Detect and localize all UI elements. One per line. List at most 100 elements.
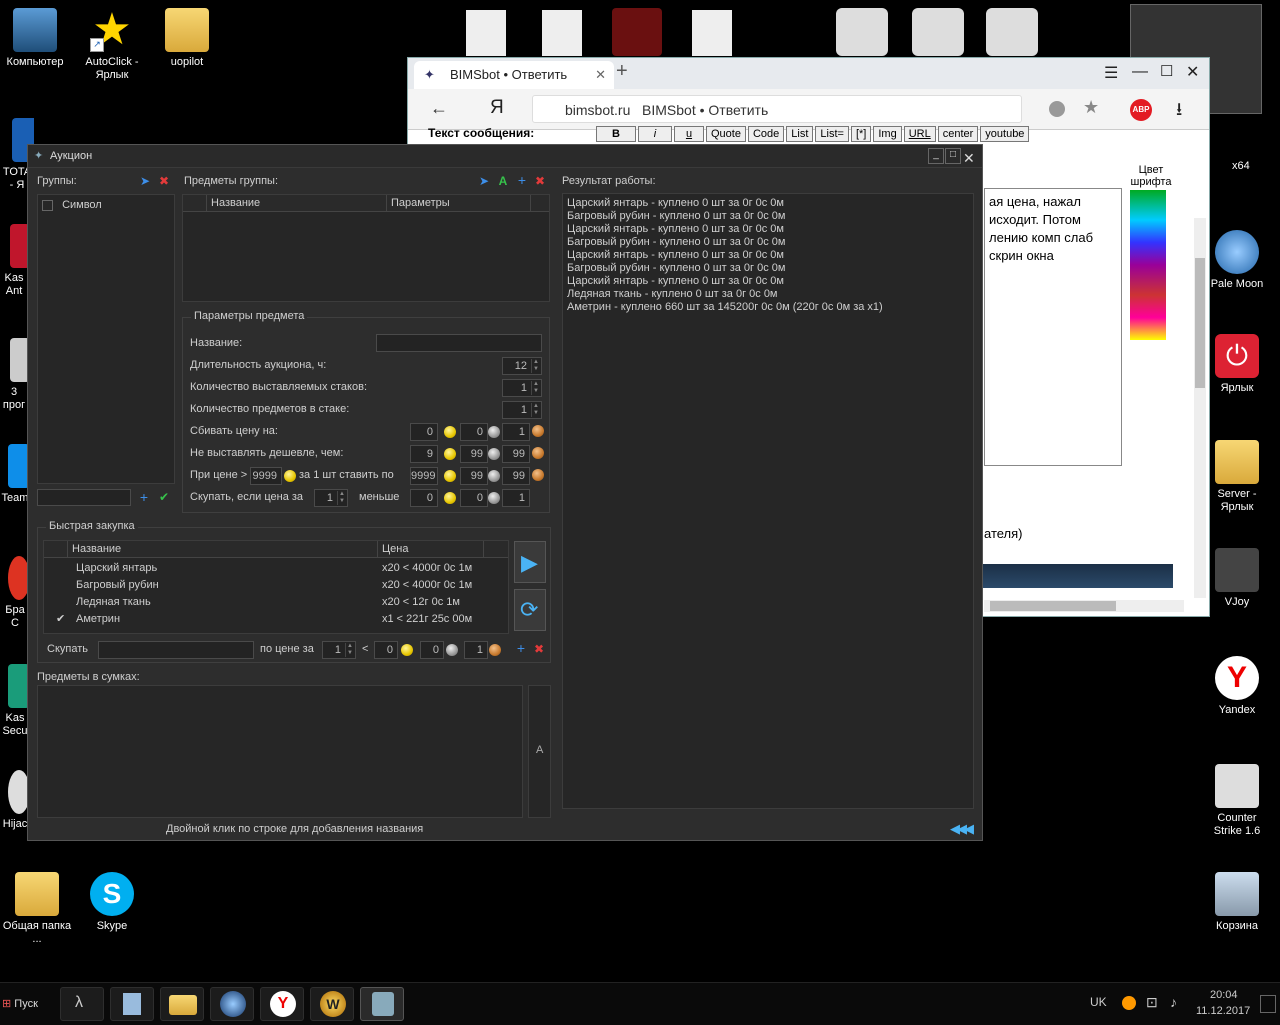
desktop-icon-vjoy[interactable]: VJoy <box>1202 548 1272 609</box>
buy-if-qty-input[interactable]: 1 ▲ ▼ <box>314 489 348 507</box>
group-items-table[interactable]: Название Параметры <box>182 194 550 302</box>
color-palette[interactable] <box>1130 190 1166 340</box>
buy-qty-input[interactable]: 1 ▲ ▼ <box>322 641 356 659</box>
minimize-icon[interactable]: — <box>1132 63 1148 81</box>
minimize-icon[interactable]: _ <box>928 148 944 164</box>
yandex-logo[interactable]: Я <box>490 97 504 119</box>
groups-list[interactable]: Символ <box>37 194 175 484</box>
bags-side-panel[interactable]: A <box>528 685 551 818</box>
close-icon[interactable]: ✕ <box>963 147 975 169</box>
joystick-icon[interactable] <box>912 8 964 56</box>
set-copper-input[interactable]: 99 <box>502 467 530 485</box>
url-button[interactable]: URL <box>903 126 936 142</box>
delete-item-icon[interactable]: ✖ <box>534 175 546 187</box>
table-row[interactable]: ✔ Аметрин x1 < 221г 25с 00м <box>46 611 484 628</box>
desktop-icon-counter-strike[interactable]: Counter Strike 1.6 <box>1202 764 1272 838</box>
taskbar-app-wow[interactable]: W <box>310 987 354 1021</box>
min-gold-input[interactable]: 9 <box>410 445 438 463</box>
bags-list[interactable] <box>37 685 523 818</box>
add-quick-icon[interactable]: + <box>515 641 527 655</box>
desktop-icon-server[interactable]: Server - Ярлык <box>1202 440 1272 514</box>
taskbar-app-explorer[interactable] <box>160 987 204 1021</box>
header-params[interactable]: Параметры <box>387 195 531 211</box>
row-check[interactable]: ✔ <box>56 611 65 628</box>
file-icon[interactable] <box>466 10 506 56</box>
spin-arrows[interactable]: ▲ ▼ <box>337 491 346 505</box>
buy-name-input[interactable] <box>98 641 254 659</box>
min-copper-input[interactable]: 99 <box>502 445 530 463</box>
desktop-icon-kaspersky-secu[interactable]: Kas Secu <box>0 664 30 738</box>
bold-button[interactable]: B <box>596 126 636 142</box>
network-icon[interactable]: ⊡ <box>1146 994 1158 1011</box>
add-group-icon[interactable]: + <box>138 490 150 504</box>
font-a-icon[interactable]: A <box>497 175 509 187</box>
list-button[interactable]: List <box>786 126 814 142</box>
code-button[interactable]: Code <box>747 126 785 142</box>
undercut-gold-input[interactable]: 0 <box>410 423 438 441</box>
language-indicator[interactable]: UK <box>1090 995 1107 1009</box>
browser-tab[interactable]: ✦ BIMSbot • Ответить ✕ <box>414 61 614 89</box>
play-group-icon[interactable]: ➤ <box>139 175 151 187</box>
taskbar-app-lambda[interactable]: λ <box>60 987 104 1021</box>
quote-button[interactable]: Quote <box>706 126 746 142</box>
start-quick-buy-button[interactable]: ▶ <box>514 541 546 583</box>
desktop-icon-teamviewer[interactable]: Team <box>0 444 30 505</box>
table-row[interactable]: Царский янтарь x20 < 4000г 0с 1м <box>46 560 484 577</box>
list-ordered-button[interactable]: List= <box>815 126 849 142</box>
taskbar-app-bot[interactable] <box>360 987 404 1021</box>
desktop-icon-skype[interactable]: S Skype <box>77 872 147 933</box>
desktop-icon-3prog[interactable]: 3 прог <box>0 338 28 412</box>
spin-arrows[interactable]: ▲ ▼ <box>531 359 540 373</box>
desktop-icon-computer[interactable]: Компьютер <box>0 8 70 69</box>
desktop-icon-autoclick[interactable]: ★ ↗ AutoClick - Ярлык <box>77 8 147 82</box>
back-arrow-icon[interactable]: ← <box>430 98 448 119</box>
auction-window[interactable]: ✦ Аукцион _ □ ✕ Группы: ➤ ✖ Символ + ✔ П… <box>27 144 983 841</box>
scrollbar-thumb[interactable] <box>1195 258 1205 388</box>
stacks-input[interactable]: 1 ▲ ▼ <box>502 379 542 397</box>
if-price-input[interactable]: 9999 <box>250 467 282 485</box>
tray-app-icon[interactable] <box>1122 996 1136 1010</box>
set-silver-input[interactable]: 99 <box>460 467 488 485</box>
star-icon[interactable]: ★ <box>1083 97 1099 118</box>
desktop-icon-shared-folder[interactable]: Общая папка ... <box>2 872 72 946</box>
maximize-icon[interactable]: □ <box>945 148 961 164</box>
taskbar-app-yandex[interactable]: Y <box>260 987 304 1021</box>
table-row[interactable]: Багровый рубин x20 < 4000г 0с 1м <box>46 577 484 594</box>
duration-input[interactable]: 12 ▲ ▼ <box>502 357 542 375</box>
param-name-input[interactable] <box>376 334 542 352</box>
desktop-icon-browser[interactable]: Бра С <box>0 556 30 630</box>
spin-arrows[interactable]: ▲ ▼ <box>345 643 354 657</box>
maximize-icon[interactable]: ☐ <box>1160 62 1173 80</box>
download-icon[interactable]: ⭳ <box>1176 97 1182 127</box>
youtube-button[interactable]: youtube <box>980 126 1030 142</box>
img-button[interactable]: Img <box>873 126 902 142</box>
add-item-icon[interactable]: + <box>516 173 528 187</box>
message-textarea[interactable]: ая цена, нажал исходит. Потом лению комп… <box>984 188 1122 466</box>
adblock-icon[interactable]: ABP <box>1130 99 1152 121</box>
desktop-icon-hijack[interactable]: Hijac <box>0 770 30 831</box>
delete-quick-icon[interactable]: ✖ <box>533 643 545 655</box>
collapse-icon[interactable]: ◀◀◀ <box>950 821 974 837</box>
close-tab-icon[interactable]: ✕ <box>595 61 606 89</box>
game-icon[interactable] <box>612 8 662 56</box>
undercut-copper-input[interactable]: 1 <box>502 423 530 441</box>
min-silver-input[interactable]: 99 <box>460 445 488 463</box>
undercut-silver-input[interactable]: 0 <box>460 423 488 441</box>
new-tab-icon[interactable]: + <box>616 60 628 83</box>
volume-icon[interactable]: ♪ <box>1170 994 1177 1010</box>
quick-buy-table[interactable]: Название Цена Царский янтарь x20 < 4000г… <box>43 540 509 634</box>
url-field[interactable]: bimsbot.ru BIMSbot • Ответить <box>532 95 1022 123</box>
taskbar-app-globe[interactable] <box>210 987 254 1021</box>
file-icon[interactable] <box>542 10 582 56</box>
buy-if-gold-input[interactable]: 0 <box>410 489 438 507</box>
show-desktop-icon[interactable] <box>1260 995 1276 1013</box>
hscroll-thumb[interactable] <box>990 601 1116 611</box>
header-name[interactable]: Название <box>207 195 387 211</box>
desktop-icon-uopilot[interactable]: uopilot <box>152 8 222 69</box>
gamepad-icon[interactable] <box>836 8 888 56</box>
delete-group-icon[interactable]: ✖ <box>158 175 170 187</box>
desktop-icon-yandex[interactable]: Y Yandex <box>1202 656 1272 717</box>
file-icon[interactable] <box>692 10 732 56</box>
globe-icon[interactable] <box>1049 101 1065 117</box>
horizontal-scrollbar[interactable] <box>984 600 1184 612</box>
